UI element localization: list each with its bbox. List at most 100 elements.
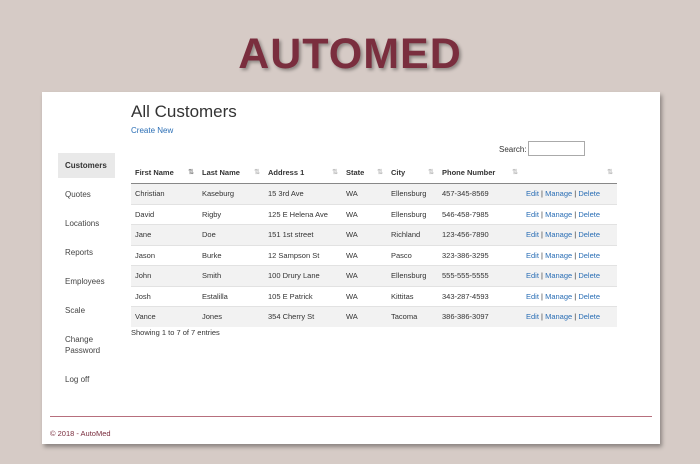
action-separator: | [541, 189, 543, 199]
edit-link[interactable]: Edit [526, 292, 539, 301]
search-input[interactable] [528, 141, 585, 156]
sidebar-item-employees[interactable]: Employees [58, 276, 115, 287]
search-label: Search: [499, 145, 527, 154]
column-header-label: Address 1 [268, 168, 305, 177]
cell-address: 105 E Patrick [264, 285, 342, 307]
manage-link[interactable]: Manage [545, 271, 572, 280]
cell-state: WA [342, 285, 387, 307]
sort-icon: ⇅ [512, 169, 518, 176]
sidebar-item-quotes[interactable]: Quotes [58, 189, 115, 200]
table-row: Jason Burke 12 Sampson St WA Pasco 323-386-32… [131, 244, 617, 266]
column-header-address[interactable]: Address 1 ⇅ [264, 162, 342, 184]
cell-actions: Edit | Manage | Delete [522, 265, 617, 286]
cell-first-name: Jason [131, 244, 198, 266]
table-row: David Rigby 125 E Helena Ave WA Ellensburg 54… [131, 203, 617, 225]
delete-link[interactable]: Delete [578, 292, 600, 301]
cell-address: 12 Sampson St [264, 244, 342, 266]
cell-address: 354 Cherry St [264, 306, 342, 327]
edit-link[interactable]: Edit [526, 189, 539, 198]
cell-first-name: Jane [131, 224, 198, 245]
action-separator: | [574, 312, 577, 322]
action-separator: | [574, 250, 577, 260]
cell-city: Ellensburg [387, 183, 438, 204]
sidebar-item-change-password[interactable]: Change Password [58, 334, 115, 356]
cell-first-name: John [131, 265, 198, 286]
cell-last-name: Jones [198, 306, 264, 327]
cell-phone: 457-345-8569 [438, 183, 522, 204]
cell-city: Pasco [387, 244, 438, 266]
delete-link[interactable]: Delete [578, 189, 600, 198]
cell-state: WA [342, 224, 387, 245]
delete-link[interactable]: Delete [578, 312, 600, 321]
cell-phone: 323-386-3295 [438, 244, 522, 266]
cell-actions: Edit | Manage | Delete [522, 224, 617, 245]
cell-state: WA [342, 203, 387, 225]
delete-link[interactable]: Delete [578, 210, 600, 219]
action-separator: | [541, 291, 543, 301]
table-info: Showing 1 to 7 of 7 entries [131, 328, 220, 337]
cell-address: 15 3rd Ave [264, 183, 342, 204]
sort-icon: ⇅ [254, 169, 260, 176]
sidebar-item-log-off[interactable]: Log off [58, 374, 115, 385]
cell-first-name: Christian [131, 183, 198, 204]
footer-copyright: © 2018 - AutoMed [50, 429, 111, 438]
sidebar-item-locations[interactable]: Locations [58, 218, 115, 229]
manage-link[interactable]: Manage [545, 189, 572, 198]
cell-last-name: Estalilla [198, 285, 264, 307]
column-header-first-name[interactable]: First Name ⇅ [131, 162, 198, 184]
cell-last-name: Burke [198, 244, 264, 266]
cell-phone: 123-456-7890 [438, 224, 522, 245]
action-separator: | [574, 189, 577, 199]
sidebar-item-reports[interactable]: Reports [58, 247, 115, 258]
cell-city: Ellensburg [387, 265, 438, 286]
column-header-label: City [391, 168, 406, 177]
column-header-label: Last Name [202, 168, 240, 177]
edit-link[interactable]: Edit [526, 210, 539, 219]
cell-city: Tacoma [387, 306, 438, 327]
sidebar-item-customers[interactable]: Customers [58, 153, 115, 178]
table-header-row: First Name ⇅ Last Name ⇅ Address 1 ⇅ State ⇅… [131, 162, 617, 184]
cell-first-name: David [131, 203, 198, 225]
delete-link[interactable]: Delete [578, 230, 600, 239]
table-row: Jane Doe 151 1st street WA Richland 123-456-7… [131, 224, 617, 245]
sidebar-item-scale[interactable]: Scale [58, 305, 115, 316]
cell-address: 151 1st street [264, 224, 342, 245]
manage-link[interactable]: Manage [545, 292, 572, 301]
manage-link[interactable]: Manage [545, 230, 572, 239]
column-header-last-name[interactable]: Last Name ⇅ [198, 162, 264, 184]
column-header-phone[interactable]: Phone Number ⇅ [438, 162, 522, 184]
cell-actions: Edit | Manage | Delete [522, 203, 617, 225]
manage-link[interactable]: Manage [545, 210, 572, 219]
action-separator: | [574, 209, 577, 219]
page-title: All Customers [131, 102, 237, 121]
cell-last-name: Kaseburg [198, 183, 264, 204]
manage-link[interactable]: Manage [545, 251, 572, 260]
footer-divider [50, 416, 652, 417]
cell-city: Richland [387, 224, 438, 245]
sort-icon: ⇅ [428, 169, 434, 176]
cell-actions: Edit | Manage | Delete [522, 285, 617, 307]
cell-actions: Edit | Manage | Delete [522, 306, 617, 327]
edit-link[interactable]: Edit [526, 230, 539, 239]
column-header-city[interactable]: City ⇅ [387, 162, 438, 184]
action-separator: | [541, 312, 543, 322]
cell-last-name: Smith [198, 265, 264, 286]
action-separator: | [574, 230, 577, 240]
column-header-state[interactable]: State ⇅ [342, 162, 387, 184]
create-new-link[interactable]: Create New [131, 126, 173, 135]
delete-link[interactable]: Delete [578, 251, 600, 260]
table-row: John Smith 100 Drury Lane WA Ellensburg 555-5… [131, 265, 617, 286]
edit-link[interactable]: Edit [526, 251, 539, 260]
cell-phone: 546-458-7985 [438, 203, 522, 225]
manage-link[interactable]: Manage [545, 312, 572, 321]
column-header-actions[interactable]: ⇅ [522, 162, 617, 184]
sort-icon: ⇅ [607, 169, 613, 176]
edit-link[interactable]: Edit [526, 271, 539, 280]
delete-link[interactable]: Delete [578, 271, 600, 280]
cell-phone: 555-555-5555 [438, 265, 522, 286]
action-separator: | [541, 271, 543, 281]
edit-link[interactable]: Edit [526, 312, 539, 321]
column-header-label: First Name [135, 168, 174, 177]
cell-city: Ellensburg [387, 203, 438, 225]
sort-icon: ⇅ [332, 169, 338, 176]
